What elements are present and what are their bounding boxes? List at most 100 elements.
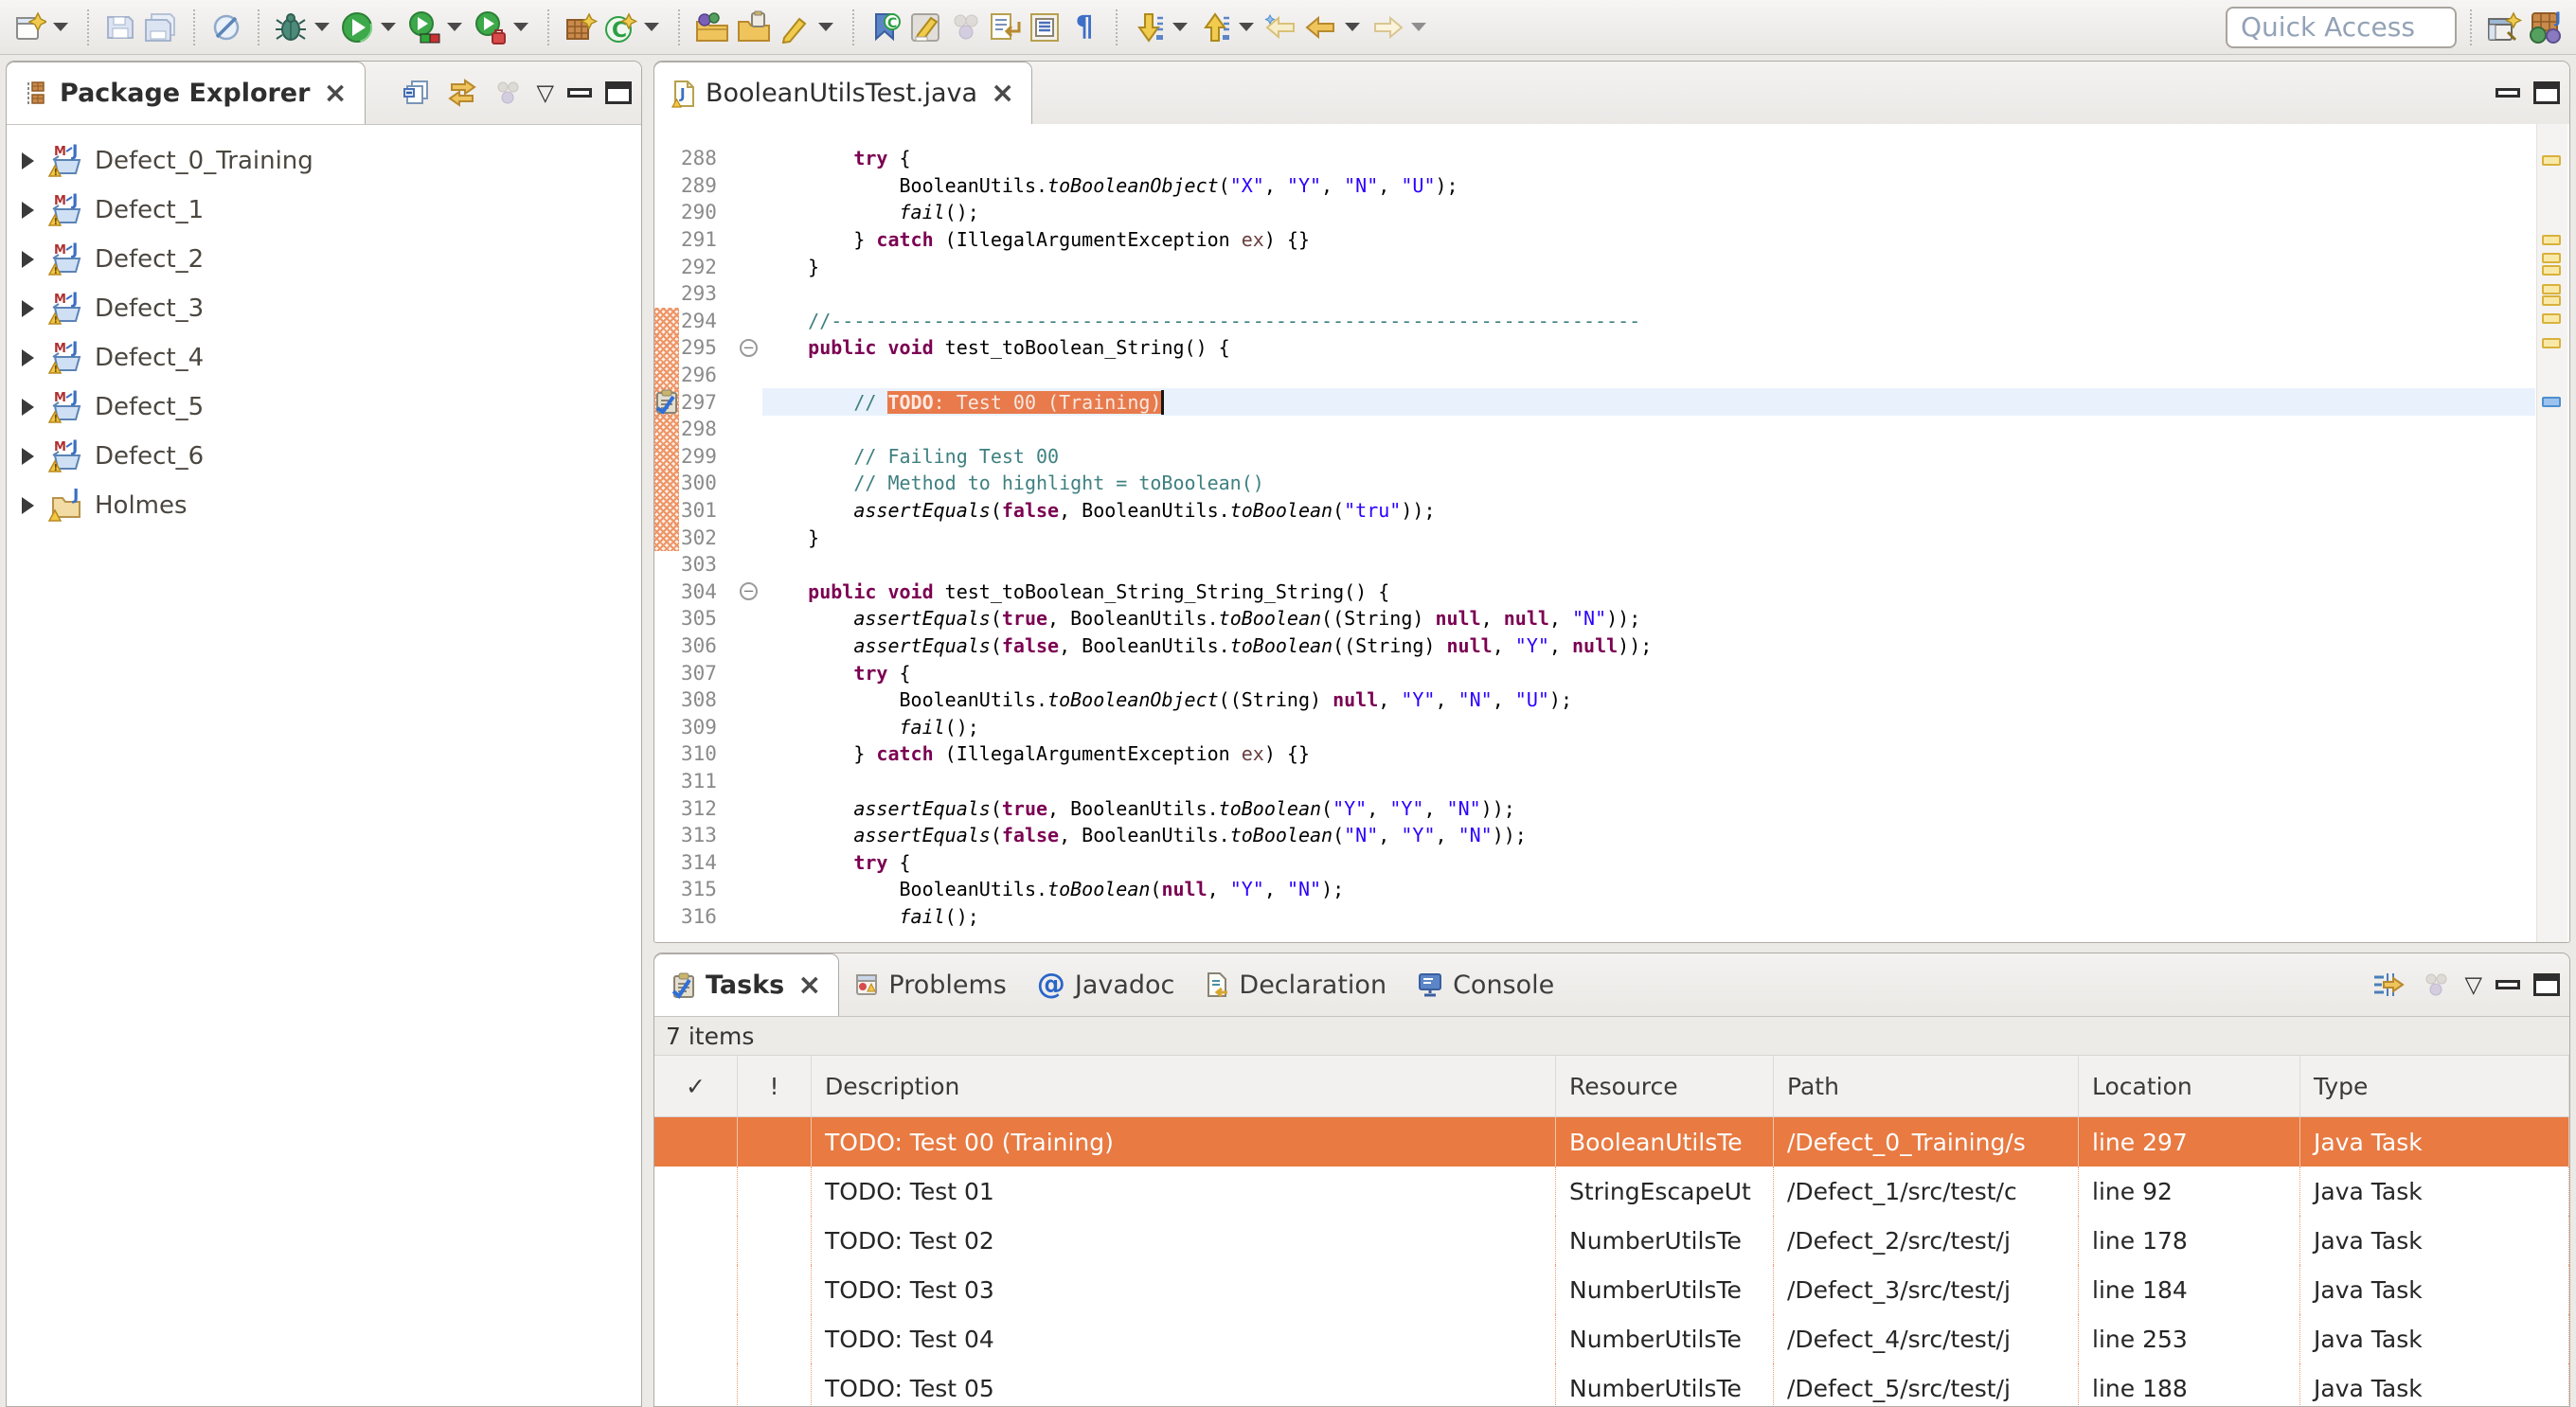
code-text[interactable] xyxy=(762,551,2535,579)
skip-all-breakpoints-icon[interactable] xyxy=(208,8,244,47)
code-text[interactable]: BooleanUtils.toBooleanObject("X", "Y", "… xyxy=(762,172,2535,200)
code-text[interactable]: BooleanUtils.toBoolean(null, "Y", "N"); xyxy=(762,876,2535,903)
overview-task-marker[interactable] xyxy=(2542,265,2561,276)
annotation-ruler[interactable] xyxy=(654,334,679,362)
code-text[interactable] xyxy=(762,362,2535,389)
annotation-ruler[interactable] xyxy=(654,226,679,254)
code-text[interactable]: assertEquals(false, BooleanUtils.toBoole… xyxy=(762,632,2535,660)
column-header-priority[interactable]: ! xyxy=(738,1056,812,1116)
annotation-ruler[interactable] xyxy=(654,172,679,200)
overview-ruler[interactable] xyxy=(2536,124,2567,942)
annotation-ruler[interactable] xyxy=(654,308,679,335)
editor-tab[interactable]: J BooleanUtilsTest.java × xyxy=(653,62,1032,124)
tree-item-Defect_4[interactable]: M J ! Defect_4 xyxy=(7,333,641,383)
task-row-1[interactable]: TODO: Test 01StringEscapeUt/Defect_1/src… xyxy=(654,1167,2569,1216)
tab-problems[interactable]: Problems xyxy=(839,953,1021,1016)
maximize-icon[interactable] xyxy=(605,81,632,104)
code-text[interactable]: BooleanUtils.toBooleanObject((String) nu… xyxy=(762,686,2535,714)
tree-item-Defect_0_Training[interactable]: M J ! Defect_0_Training xyxy=(7,136,641,186)
code-text[interactable]: assertEquals(true, BooleanUtils.toBoolea… xyxy=(762,605,2535,632)
code-text[interactable]: fail(); xyxy=(762,199,2535,226)
focus-on-active-task-icon[interactable] xyxy=(492,79,524,107)
annotation-ruler[interactable] xyxy=(654,388,679,416)
close-icon[interactable]: × xyxy=(797,971,821,1000)
maximize-icon[interactable] xyxy=(2533,81,2560,104)
open-task-folder-icon[interactable] xyxy=(735,8,773,47)
team-context-icon[interactable] xyxy=(947,8,983,47)
annotation-ruler[interactable] xyxy=(654,740,679,768)
overview-info-marker[interactable] xyxy=(2542,397,2561,407)
annotation-ruler[interactable] xyxy=(654,497,679,525)
annotation-ruler[interactable] xyxy=(654,876,679,903)
back-icon[interactable] xyxy=(1303,8,1339,47)
mark-occurrences-icon[interactable] xyxy=(907,8,943,47)
annotation-ruler[interactable] xyxy=(654,903,679,931)
code-editor[interactable]: 288 try {289 BooleanUtils.toBooleanObjec… xyxy=(654,124,2569,942)
maximize-icon[interactable] xyxy=(2533,973,2560,996)
overview-task-marker[interactable] xyxy=(2542,284,2561,294)
view-menu-icon[interactable]: ▽ xyxy=(2465,973,2482,996)
task-row-5[interactable]: TODO: Test 05NumberUtilsTe/Defect_5/src/… xyxy=(654,1363,2569,1407)
annotation-ruler[interactable] xyxy=(654,551,679,579)
open-perspective-icon[interactable] xyxy=(2485,8,2523,47)
annotation-ruler[interactable] xyxy=(654,605,679,632)
column-header-path[interactable]: Path xyxy=(1774,1056,2079,1116)
new-java-project-icon[interactable] xyxy=(563,8,599,47)
code-text[interactable]: fail(); xyxy=(762,903,2535,931)
previous-annotation-icon[interactable] xyxy=(1197,8,1233,47)
annotation-ruler[interactable] xyxy=(654,713,679,740)
close-icon[interactable]: × xyxy=(323,80,347,108)
overview-task-marker[interactable] xyxy=(2542,155,2561,166)
task-row-4[interactable]: TODO: Test 04NumberUtilsTe/Defect_4/src/… xyxy=(654,1314,2569,1363)
quick-access-input[interactable] xyxy=(2226,7,2457,48)
next-annotation-dropdown-icon[interactable] xyxy=(1172,23,1188,31)
expand-arrow-icon[interactable] xyxy=(22,300,34,317)
code-text[interactable]: try { xyxy=(762,659,2535,686)
code-text[interactable]: try { xyxy=(762,145,2535,172)
fold-column[interactable]: − xyxy=(740,339,762,357)
debug-icon[interactable] xyxy=(273,8,309,47)
annotation-ruler[interactable] xyxy=(654,794,679,822)
annotation-ruler[interactable] xyxy=(654,199,679,226)
tree-item-Defect_5[interactable]: M J ! Defect_5 xyxy=(7,383,641,432)
column-header-location[interactable]: Location xyxy=(2079,1056,2300,1116)
annotation-ruler[interactable] xyxy=(654,686,679,714)
expand-arrow-icon[interactable] xyxy=(22,251,34,268)
tree-item-Defect_1[interactable]: M J ! Defect_1 xyxy=(7,186,641,235)
debug-dropdown-icon[interactable] xyxy=(314,23,330,31)
annotation-ruler[interactable] xyxy=(654,822,679,849)
java-perspective-icon[interactable]: J xyxy=(2527,8,2565,47)
tree-item-Defect_2[interactable]: M J ! Defect_2 xyxy=(7,235,641,284)
activate-task-pen-icon[interactable] xyxy=(777,8,813,47)
code-text[interactable] xyxy=(762,280,2535,308)
tree-item-Defect_6[interactable]: M J ! Defect_6 xyxy=(7,432,641,481)
annotation-ruler[interactable] xyxy=(654,280,679,308)
tab-javadoc[interactable]: @ Javadoc xyxy=(1022,953,1190,1016)
checkout-task-folder-icon[interactable] xyxy=(693,8,731,47)
column-header-completed[interactable]: ✓ xyxy=(654,1056,738,1116)
tab-declaration[interactable]: Declaration xyxy=(1190,953,1402,1016)
close-icon[interactable]: × xyxy=(991,80,1014,108)
annotation-ruler[interactable] xyxy=(654,768,679,795)
new-java-class-icon[interactable]: C xyxy=(602,8,638,47)
code-text[interactable]: } xyxy=(762,253,2535,280)
previous-annotation-dropdown-icon[interactable] xyxy=(1239,23,1254,31)
expand-arrow-icon[interactable] xyxy=(22,448,34,465)
expand-arrow-icon[interactable] xyxy=(22,152,34,169)
collapse-all-icon[interactable] xyxy=(402,78,433,108)
column-header-resource[interactable]: Resource xyxy=(1556,1056,1774,1116)
annotation-ruler[interactable] xyxy=(654,632,679,660)
filter-icon[interactable] xyxy=(2372,970,2406,1000)
task-repository-icon[interactable]: C xyxy=(868,8,903,47)
expand-arrow-icon[interactable] xyxy=(22,349,34,366)
annotation-ruler[interactable] xyxy=(654,524,679,551)
overview-task-marker[interactable] xyxy=(2542,253,2561,263)
overview-task-marker[interactable] xyxy=(2542,338,2561,348)
code-text[interactable]: assertEquals(true, BooleanUtils.toBoolea… xyxy=(762,794,2535,822)
code-text[interactable]: } xyxy=(762,524,2535,551)
tree-item-Defect_3[interactable]: M J ! Defect_3 xyxy=(7,284,641,333)
code-text[interactable]: // TODO: Test 00 (Training) xyxy=(762,388,2535,416)
code-text[interactable]: public void test_toBoolean_String() { xyxy=(762,334,2535,362)
new-wizard-icon[interactable] xyxy=(11,8,47,47)
code-text[interactable]: public void test_toBoolean_String_String… xyxy=(762,579,2535,606)
